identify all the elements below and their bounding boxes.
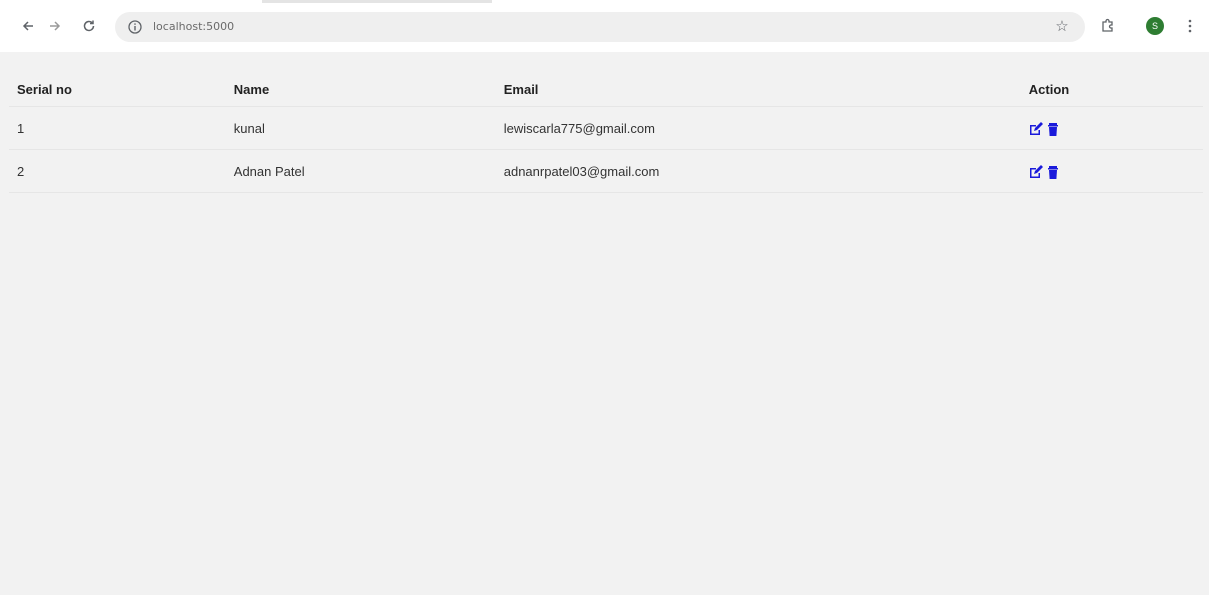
- arrow-right-icon: [50, 21, 61, 31]
- cell-action: [1020, 149, 1203, 193]
- edit-icon[interactable]: [1029, 164, 1043, 179]
- reload-icon: [83, 20, 95, 32]
- active-tab-indicator: [262, 0, 492, 3]
- back-button[interactable]: [18, 16, 38, 36]
- page-content: Serial no Name Email Action 1 kunal lewi…: [0, 52, 1209, 595]
- cell-serial: 1: [9, 106, 226, 150]
- cell-name: kunal: [225, 106, 496, 150]
- bookmark-star-icon[interactable]: ☆: [1053, 18, 1071, 36]
- arrow-left-icon: [22, 21, 33, 31]
- users-table: Serial no Name Email Action 1 kunal lewi…: [9, 72, 1203, 193]
- header-name: Name: [225, 72, 496, 107]
- info-icon[interactable]: [127, 19, 143, 35]
- cell-serial: 2: [9, 149, 226, 193]
- header-action: Action: [1020, 72, 1203, 107]
- kebab-menu-icon: [1188, 19, 1192, 33]
- delete-icon[interactable]: [1046, 165, 1060, 179]
- puzzle-icon: [1102, 18, 1113, 32]
- profile-avatar[interactable]: S: [1146, 17, 1164, 35]
- address-bar[interactable]: localhost:5000 ☆: [115, 12, 1085, 42]
- cell-name: Adnan Patel: [225, 149, 496, 193]
- cell-email: adnanrpatel03@gmail.com: [495, 149, 1021, 193]
- header-email: Email: [495, 72, 1021, 107]
- menu-button[interactable]: [1180, 16, 1200, 36]
- extensions-button[interactable]: [1098, 16, 1118, 36]
- url-text[interactable]: localhost:5000: [153, 20, 234, 33]
- table-row: 2 Adnan Patel adnanrpatel03@gmail.com: [9, 149, 1203, 193]
- browser-toolbar: localhost:5000 ☆ S: [0, 0, 1209, 52]
- header-serial: Serial no: [9, 72, 226, 107]
- reload-button[interactable]: [79, 16, 99, 36]
- cell-email: lewiscarla775@gmail.com: [495, 106, 1021, 150]
- cell-action: [1020, 106, 1203, 150]
- table-row: 1 kunal lewiscarla775@gmail.com: [9, 106, 1203, 150]
- delete-icon[interactable]: [1046, 122, 1060, 136]
- table-header-row: Serial no Name Email Action: [9, 72, 1203, 107]
- forward-button[interactable]: [45, 16, 65, 36]
- edit-icon[interactable]: [1029, 121, 1043, 136]
